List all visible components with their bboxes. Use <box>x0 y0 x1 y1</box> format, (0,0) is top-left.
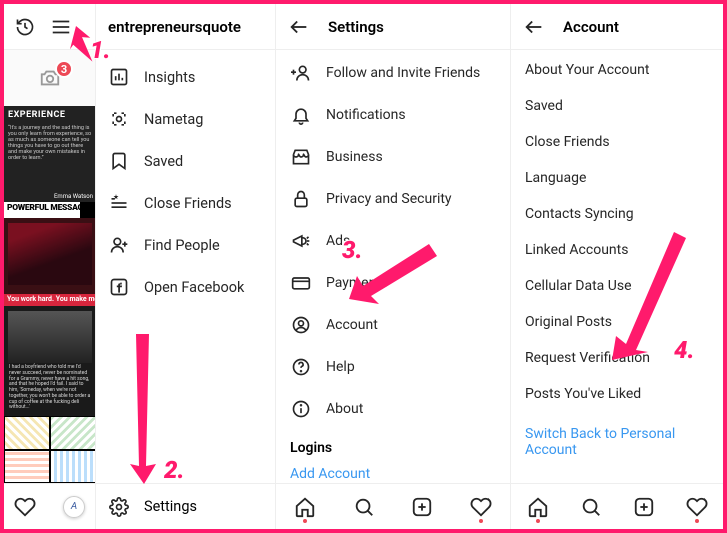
account-cellular[interactable]: Cellular Data Use <box>511 268 723 304</box>
settings-item-label: About <box>326 401 363 417</box>
gear-icon <box>108 496 130 518</box>
drawer-find-people[interactable]: Find People <box>96 224 275 266</box>
account-original-posts[interactable]: Original Posts <box>511 304 723 340</box>
drawer-label: Close Friends <box>144 195 232 212</box>
settings-account[interactable]: Account <box>276 304 510 346</box>
back-arrow-icon[interactable] <box>288 16 310 38</box>
settings-item-label: Help <box>326 359 355 375</box>
hamburger-menu-icon[interactable] <box>50 16 72 38</box>
account-about[interactable]: About Your Account <box>511 52 723 88</box>
thumbnail-speaker[interactable]: You work hard. You make money. <box>4 218 95 306</box>
settings-item-label: Privacy and Security <box>326 191 452 207</box>
home-icon[interactable] <box>294 496 316 518</box>
settings-title: Settings <box>328 18 384 36</box>
drawer-label: Open Facebook <box>144 279 244 296</box>
lock-icon <box>290 188 312 210</box>
drawer-label: Insights <box>144 69 195 86</box>
settings-item-label: Notifications <box>326 107 406 123</box>
add-person-icon <box>290 62 312 84</box>
annotation-number-2: 2. <box>164 456 185 484</box>
bell-icon <box>290 104 312 126</box>
account-circle-icon <box>290 314 312 336</box>
switch-account-link[interactable]: Switch Back to Personal Account <box>511 412 723 468</box>
account-contacts[interactable]: Contacts Syncing <box>511 196 723 232</box>
thumb-title: EXPERIENCE <box>8 111 92 121</box>
drawer-insights[interactable]: Insights <box>96 56 275 98</box>
thumbnail-powerful[interactable]: POWERFUL MESSAGE <box>4 202 95 217</box>
annotation-number-3: 3. <box>342 236 363 264</box>
settings-about[interactable]: About <box>276 388 510 430</box>
bookmark-icon <box>108 150 130 172</box>
back-arrow-icon[interactable] <box>523 16 545 38</box>
drawer-close-friends[interactable]: Close Friends <box>96 182 275 224</box>
settings-item-label: Follow and Invite Friends <box>326 65 480 81</box>
settings-ads[interactable]: Ads <box>276 220 510 262</box>
search-icon[interactable] <box>580 496 602 518</box>
settings-label: Settings <box>144 498 197 515</box>
help-circle-icon <box>290 356 312 378</box>
notification-badge: 3 <box>55 60 73 78</box>
settings-privacy[interactable]: Privacy and Security <box>276 178 510 220</box>
facebook-icon <box>108 276 130 298</box>
heart-icon[interactable] <box>14 496 36 518</box>
insights-icon <box>108 66 130 88</box>
annotation-number-4: 4. <box>674 336 695 364</box>
bottom-tabbar <box>511 483 723 529</box>
archive-stories-column: 3 EXPERIENCE “It's a journey and the sad… <box>4 4 96 529</box>
heart-icon[interactable] <box>686 496 708 518</box>
thumb-title: POWERFUL MESSAGE <box>7 203 87 213</box>
thumbnail-experience[interactable]: EXPERIENCE “It's a journey and the sad t… <box>4 106 95 202</box>
card-icon <box>290 272 312 294</box>
settings-business[interactable]: Business <box>276 136 510 178</box>
thumb-body: I had a boyfriend who told me I'd never … <box>8 363 92 413</box>
thumb-caption: Emma Watson <box>54 194 93 201</box>
history-icon[interactable] <box>14 16 36 38</box>
username-header: entrepreneursquote <box>96 4 275 50</box>
account-saved[interactable]: Saved <box>511 88 723 124</box>
settings-payments[interactable]: Payments <box>276 262 510 304</box>
profile-avatar-icon[interactable]: A <box>63 496 85 518</box>
drawer-open-facebook[interactable]: Open Facebook <box>96 266 275 308</box>
thumbnail-comic[interactable] <box>4 416 95 483</box>
nametag-icon <box>108 108 130 130</box>
account-language[interactable]: Language <box>511 160 723 196</box>
settings-help[interactable]: Help <box>276 346 510 388</box>
drawer-label: Find People <box>144 237 220 254</box>
settings-item-label: Business <box>326 149 383 165</box>
settings-panel: Settings Follow and Invite Friends Notif… <box>276 4 511 529</box>
drawer-settings[interactable]: Settings <box>96 483 275 529</box>
heart-icon[interactable] <box>470 496 492 518</box>
add-post-icon[interactable] <box>633 496 655 518</box>
search-icon[interactable] <box>353 496 375 518</box>
settings-item-label: Account <box>326 317 378 333</box>
post-thumbnails: EXPERIENCE “It's a journey and the sad t… <box>4 106 95 483</box>
annotation-number-1: 1. <box>90 36 111 64</box>
account-posts-liked[interactable]: Posts You've Liked <box>511 376 723 412</box>
home-icon[interactable] <box>527 496 549 518</box>
drawer-saved[interactable]: Saved <box>96 140 275 182</box>
close-friends-icon <box>108 192 130 214</box>
drawer-nametag[interactable]: Nametag <box>96 98 275 140</box>
logins-header: Logins <box>276 430 510 460</box>
bottom-tabbar <box>276 483 510 529</box>
add-account-link[interactable]: Add Account <box>276 460 510 483</box>
settings-item-label: Payments <box>326 275 388 291</box>
settings-follow-invite[interactable]: Follow and Invite Friends <box>276 52 510 94</box>
thumb-body: “It's a journey and the sad thing is you… <box>8 125 92 161</box>
account-linked[interactable]: Linked Accounts <box>511 232 723 268</box>
settings-notifications[interactable]: Notifications <box>276 94 510 136</box>
account-title: Account <box>563 18 619 36</box>
store-icon <box>290 146 312 168</box>
info-circle-icon <box>290 398 312 420</box>
account-close-friends[interactable]: Close Friends <box>511 124 723 160</box>
add-post-icon[interactable] <box>411 496 433 518</box>
drawer-label: Nametag <box>144 111 203 128</box>
thumb-caption: You work hard. You make money. <box>4 294 95 306</box>
profile-drawer: entrepreneursquote Insights Nametag Save… <box>96 4 276 529</box>
drawer-label: Saved <box>144 153 183 170</box>
find-people-icon <box>108 234 130 256</box>
megaphone-icon <box>290 230 312 252</box>
account-panel: Account About Your Account Saved Close F… <box>511 4 723 529</box>
thumbnail-gaga[interactable]: I had a boyfriend who told me I'd never … <box>4 306 95 416</box>
